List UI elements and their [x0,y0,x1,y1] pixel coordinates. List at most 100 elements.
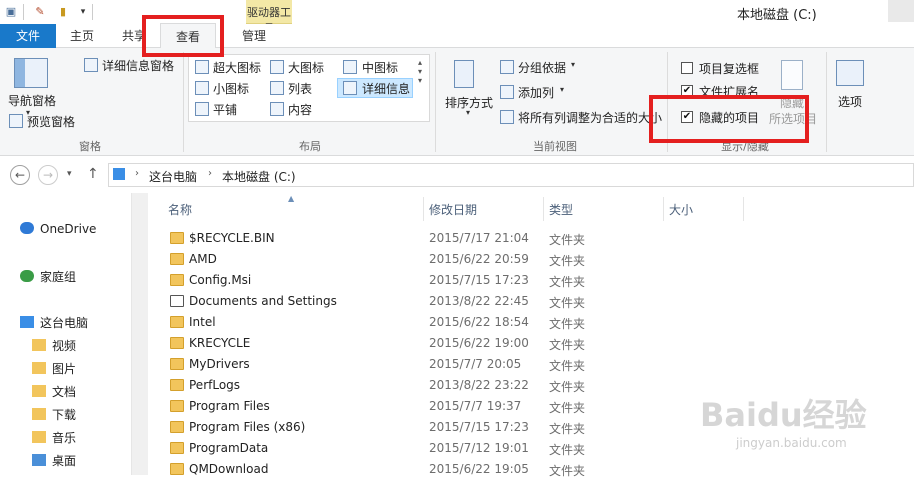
size-all-columns-button[interactable]: 将所有列调整为合适的大小 [518,109,662,126]
preview-pane-icon [9,114,23,128]
nav-item-documents[interactable]: 文档 [32,383,76,400]
table-row[interactable]: AMD 2015/6/22 20:59 文件夹 [160,249,740,270]
watermark-logo: Baidu经验 [700,396,867,434]
file-type: 文件夹 [549,254,586,268]
folder-icon [170,421,184,433]
column-header-size[interactable]: 大小 [669,201,693,218]
shortcut-folder-icon [170,295,184,307]
file-date: 2015/6/22 19:00 [429,336,529,350]
folder-icon [170,253,184,265]
breadcrumb-this-pc[interactable]: 这台电脑 [149,168,197,185]
nav-item-desktop[interactable]: 桌面 [32,452,76,469]
file-date: 2013/8/22 22:45 [429,294,529,308]
app-icon[interactable]: ▣ [4,5,18,19]
forward-button[interactable]: → [38,165,58,185]
layout-large-icons[interactable]: 大图标 [288,59,324,76]
column-header-name[interactable]: 名称 [168,201,192,218]
table-row[interactable]: ProgramData 2015/7/12 19:01 文件夹 [160,438,740,459]
nav-item-pictures[interactable]: 图片 [32,360,76,377]
options-button[interactable]: 选项 [838,93,862,110]
tab-manage[interactable]: 管理 [236,24,272,48]
layout-scroll-arrows-icon[interactable]: ▴ ▾ ▾ [418,58,422,85]
nav-this-pc-label: 这台电脑 [40,316,89,330]
layout-small-icons[interactable]: 小图标 [213,80,249,97]
recent-locations-icon[interactable]: ▾ [67,169,72,179]
file-type: 文件夹 [549,275,586,289]
add-columns-button[interactable]: 添加列 [518,84,554,101]
table-row[interactable]: Program Files (x86) 2015/7/15 17:23 文件夹 [160,417,740,438]
layout-medium-icons[interactable]: 中图标 [362,59,398,76]
group-separator [826,52,827,152]
file-date: 2015/7/12 19:01 [429,441,529,455]
preview-pane-button[interactable]: 预览窗格 [27,113,75,130]
layout-list[interactable]: 列表 [288,80,312,97]
qat-separator [92,4,93,20]
details-pane-button[interactable]: 详细信息窗格 [102,57,174,74]
table-row[interactable]: Intel 2015/6/22 18:54 文件夹 [160,312,740,333]
column-separator[interactable] [743,197,744,221]
nav-homegroup[interactable]: 家庭组 [20,268,76,285]
column-separator[interactable] [423,197,424,221]
group-separator [183,52,184,152]
nav-item-videos[interactable]: 视频 [32,337,76,354]
table-row[interactable]: QMDownload 2015/6/22 19:05 文件夹 [160,459,740,480]
column-header-type[interactable]: 类型 [549,201,573,218]
group-label-layout: 布局 [299,140,321,153]
new-folder-icon[interactable]: ▮ [56,5,70,19]
qat-dropdown-icon[interactable]: ▾ [76,5,90,19]
layout-details[interactable]: 详细信息 [362,80,410,97]
cloud-icon [20,222,34,234]
breadcrumb-separator-icon[interactable]: › [208,168,212,179]
table-row[interactable]: Config.Msi 2015/7/15 17:23 文件夹 [160,270,740,291]
table-row[interactable]: $RECYCLE.BIN 2015/7/17 21:04 文件夹 [160,228,740,249]
column-header-modified[interactable]: 修改日期 [429,201,477,218]
layout-tiles[interactable]: 平铺 [213,101,237,118]
computer-icon [20,316,34,328]
file-date: 2015/7/17 21:04 [429,231,529,245]
nav-this-pc[interactable]: 这台电脑 [20,314,88,331]
properties-icon[interactable]: ✎ [33,5,47,19]
layout-content[interactable]: 内容 [288,101,312,118]
layout-extra-large-icons[interactable]: 超大图标 [213,59,261,76]
folder-icon [170,463,184,475]
group-by-dropdown-icon[interactable]: ▾ [571,60,575,69]
tab-home[interactable]: 主页 [62,24,102,48]
content-icon [270,102,284,116]
group-by-button[interactable]: 分组依据 [518,59,566,76]
add-columns-dropdown-icon[interactable]: ▾ [560,85,564,94]
file-name: $RECYCLE.BIN [189,231,275,245]
item-checkboxes-checkbox[interactable] [681,62,693,74]
qat-separator [23,4,24,20]
file-date: 2015/6/22 19:05 [429,462,529,476]
hide-selected-icon [781,60,803,90]
nav-item-label: 下载 [52,408,77,422]
file-name: ProgramData [189,441,269,455]
up-button[interactable]: ↑ [87,166,99,182]
window-control[interactable] [888,0,914,22]
back-button[interactable]: ← [10,165,30,185]
column-separator[interactable] [543,197,544,221]
file-name: PerfLogs [189,378,241,392]
file-name: AMD [189,252,217,266]
file-type: 文件夹 [549,443,586,457]
column-separator[interactable] [663,197,664,221]
tab-file[interactable]: 文件 [0,24,56,48]
file-type: 文件夹 [549,233,586,247]
nav-pane-button[interactable]: 导航窗格 [8,92,56,109]
file-name: MyDrivers [189,357,250,371]
navigation-pane-scrollbar[interactable] [131,193,148,475]
nav-onedrive[interactable]: OneDrive [20,222,96,236]
sort-by-dropdown-icon[interactable]: ▾ [466,108,470,117]
table-row[interactable]: Documents and Settings 2013/8/22 22:45 文件夹 [160,291,740,312]
table-row[interactable]: MyDrivers 2015/7/7 20:05 文件夹 [160,354,740,375]
file-type: 文件夹 [549,401,586,415]
table-row[interactable]: Program Files 2015/7/7 19:37 文件夹 [160,396,740,417]
nav-item-downloads[interactable]: 下载 [32,406,76,423]
nav-item-music[interactable]: 音乐 [32,429,76,446]
breadcrumb-separator-icon[interactable]: › [135,168,139,179]
breadcrumb-drive[interactable]: 本地磁盘 (C:) [222,168,296,185]
table-row[interactable]: PerfLogs 2013/8/22 23:22 文件夹 [160,375,740,396]
file-type: 文件夹 [549,464,586,478]
videos-folder-icon [32,339,46,351]
table-row[interactable]: KRECYCLE 2015/6/22 19:00 文件夹 [160,333,740,354]
